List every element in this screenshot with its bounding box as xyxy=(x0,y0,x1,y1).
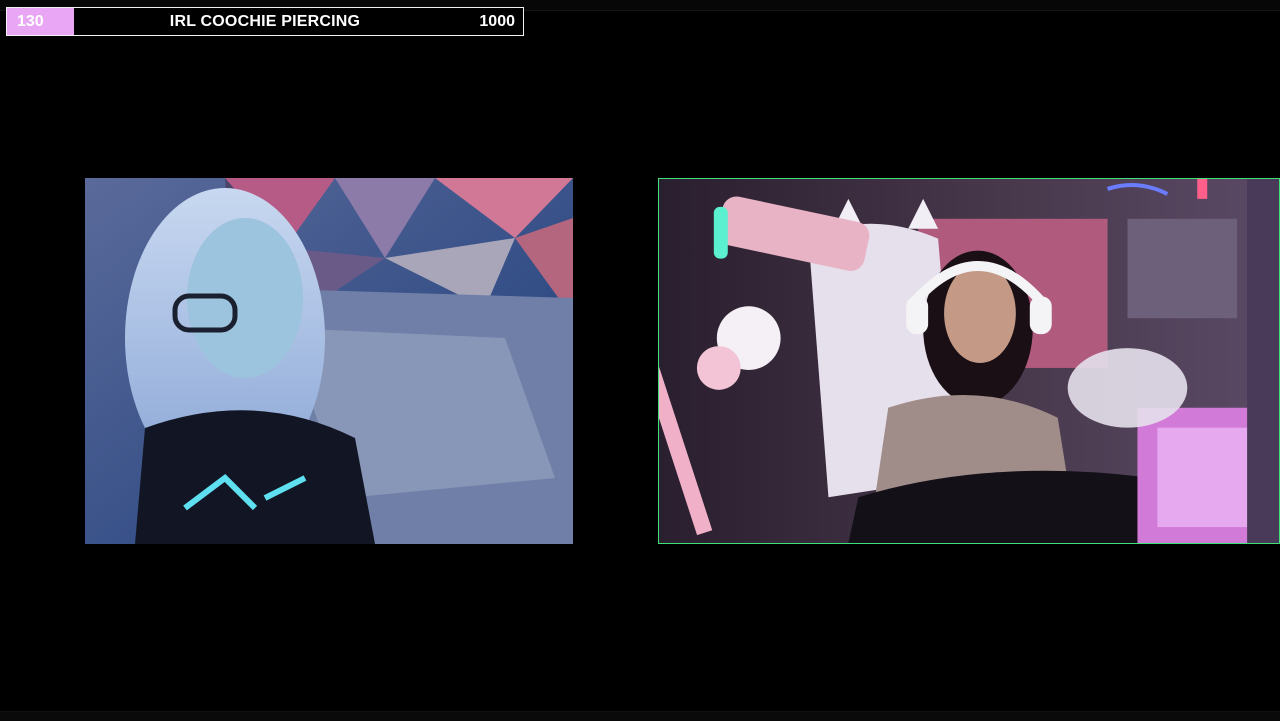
goal-title: IRL COOCHIE PIERCING xyxy=(169,13,361,30)
goal-target-count: 1000 xyxy=(479,13,515,30)
right-webcam-image xyxy=(659,179,1279,543)
left-webcam-feed xyxy=(85,178,573,544)
right-webcam-feed xyxy=(658,178,1280,544)
left-webcam-image xyxy=(85,178,573,544)
goal-progress-bar: 130 IRL COOCHIE PIERCING 1000 xyxy=(6,7,524,36)
